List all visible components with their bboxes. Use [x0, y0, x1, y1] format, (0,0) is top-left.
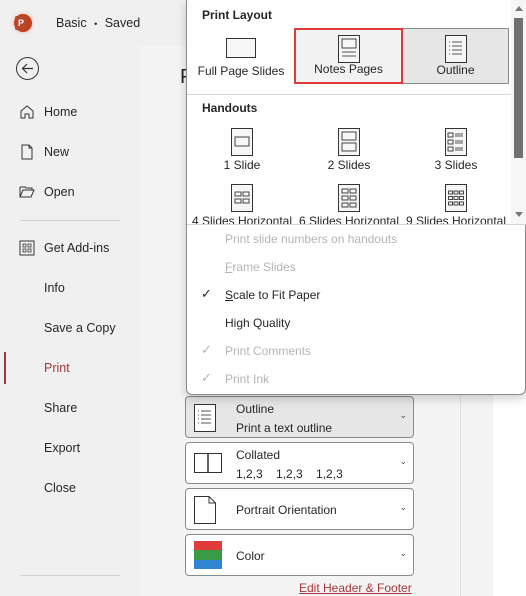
layout-full-page-slides[interactable]: Full Page Slides	[191, 28, 291, 84]
new-document-icon	[21, 144, 33, 160]
nav-export[interactable]: Export	[0, 433, 140, 463]
color-swatch-icon	[194, 541, 222, 569]
option-frame-slides: Frame Slides	[225, 260, 296, 274]
add-ins-grid-icon	[19, 240, 35, 256]
option-print-comments: ✓ Print Comments	[201, 342, 312, 358]
back-button[interactable]	[16, 57, 39, 80]
checkmark-icon: ✓	[201, 370, 212, 385]
nav-divider-bottom	[20, 575, 120, 576]
print-layout-menu: Print Layout Full Page Slides Outline No…	[186, 0, 526, 395]
document-title: Basic • Saved	[56, 16, 140, 30]
handout-3-slides-icon	[445, 128, 467, 156]
scroll-up-arrow-icon[interactable]	[515, 6, 523, 11]
checkmark-icon: ✓	[201, 342, 212, 357]
color-dropdown[interactable]: Color ⌄	[185, 534, 414, 576]
nav-save-a-copy[interactable]: Save a Copy	[0, 313, 140, 343]
section-divider	[187, 94, 511, 95]
handout-4-slides-horizontal[interactable]: 4 Slides Horizontal	[187, 184, 297, 224]
handout-1-slide-icon	[231, 128, 253, 156]
handout-9-slides-icon	[445, 184, 467, 212]
options-divider	[187, 224, 526, 225]
checkmark-icon: ✓	[201, 286, 212, 301]
collated-icon	[194, 453, 222, 473]
notes-page-icon	[337, 35, 360, 63]
folder-open-icon	[19, 186, 35, 198]
arrow-left-icon	[21, 63, 33, 74]
handout-4-slides-icon	[231, 184, 253, 212]
save-status: Saved	[104, 16, 141, 30]
nav-open[interactable]: Open	[0, 177, 140, 207]
powerpoint-logo-icon: P	[14, 14, 32, 32]
outline-icon	[444, 35, 467, 63]
collation-dropdown[interactable]: Collated 1,2,3 1,2,3 1,2,3 ⌄	[185, 442, 414, 484]
scroll-thumb[interactable]	[514, 18, 523, 158]
layout-notes-pages[interactable]: Notes Pages	[294, 28, 403, 84]
chevron-down-icon: ⌄	[399, 548, 407, 558]
option-high-quality[interactable]: High Quality	[187, 310, 511, 336]
nav-divider	[20, 220, 120, 221]
home-icon	[20, 105, 34, 119]
portrait-page-icon	[194, 496, 216, 524]
document-name: Basic	[56, 16, 87, 30]
title-separator: •	[94, 19, 98, 29]
handout-2-slides-icon	[338, 128, 360, 156]
handout-1-slide[interactable]: 1 Slide	[187, 128, 297, 176]
scroll-down-arrow-icon[interactable]	[515, 212, 523, 217]
nav-info[interactable]: Info	[0, 273, 140, 303]
chevron-down-icon: ⌄	[399, 456, 407, 466]
edit-header-footer-link[interactable]: Edit Header & Footer	[299, 581, 412, 595]
outline-icon	[194, 404, 216, 432]
full-page-slide-icon	[226, 38, 256, 58]
nav-share[interactable]: Share	[0, 393, 140, 423]
chevron-down-icon: ⌄	[399, 410, 407, 420]
print-layout-dropdown[interactable]: Outline Print a text outline ⌄	[185, 396, 414, 438]
option-print-ink: ✓ Print Ink	[201, 370, 270, 386]
nav-close[interactable]: Close	[0, 473, 140, 503]
handout-9-slides-horizontal[interactable]: 9 Slides Horizontal	[401, 184, 511, 224]
chevron-down-icon: ⌄	[399, 502, 407, 512]
option-scale-to-fit-paper[interactable]: ✓ Scale to Fit Paper	[187, 282, 511, 308]
option-print-slide-numbers: Print slide numbers on handouts	[225, 232, 398, 246]
handout-2-slides[interactable]: 2 Slides	[294, 128, 404, 176]
nav-print[interactable]: Print	[0, 353, 140, 383]
handout-3-slides[interactable]: 3 Slides	[401, 128, 511, 176]
handout-6-slides-icon	[338, 184, 360, 212]
nav-new[interactable]: New	[0, 137, 140, 167]
handouts-heading: Handouts	[202, 101, 258, 115]
layout-outline[interactable]: Outline	[402, 28, 509, 84]
nav-home[interactable]: Home	[0, 97, 140, 127]
orientation-dropdown[interactable]: Portrait Orientation ⌄	[185, 488, 414, 530]
handout-6-slides-horizontal[interactable]: 6 Slides Horizontal	[294, 184, 404, 224]
nav-get-add-ins[interactable]: Get Add-ins	[0, 233, 140, 263]
print-layout-heading: Print Layout	[202, 8, 273, 22]
handouts-scrollbar[interactable]	[511, 0, 526, 224]
handouts-grid: 1 Slide 2 Slides 3 Slides 4 Slides Horiz…	[187, 120, 511, 224]
